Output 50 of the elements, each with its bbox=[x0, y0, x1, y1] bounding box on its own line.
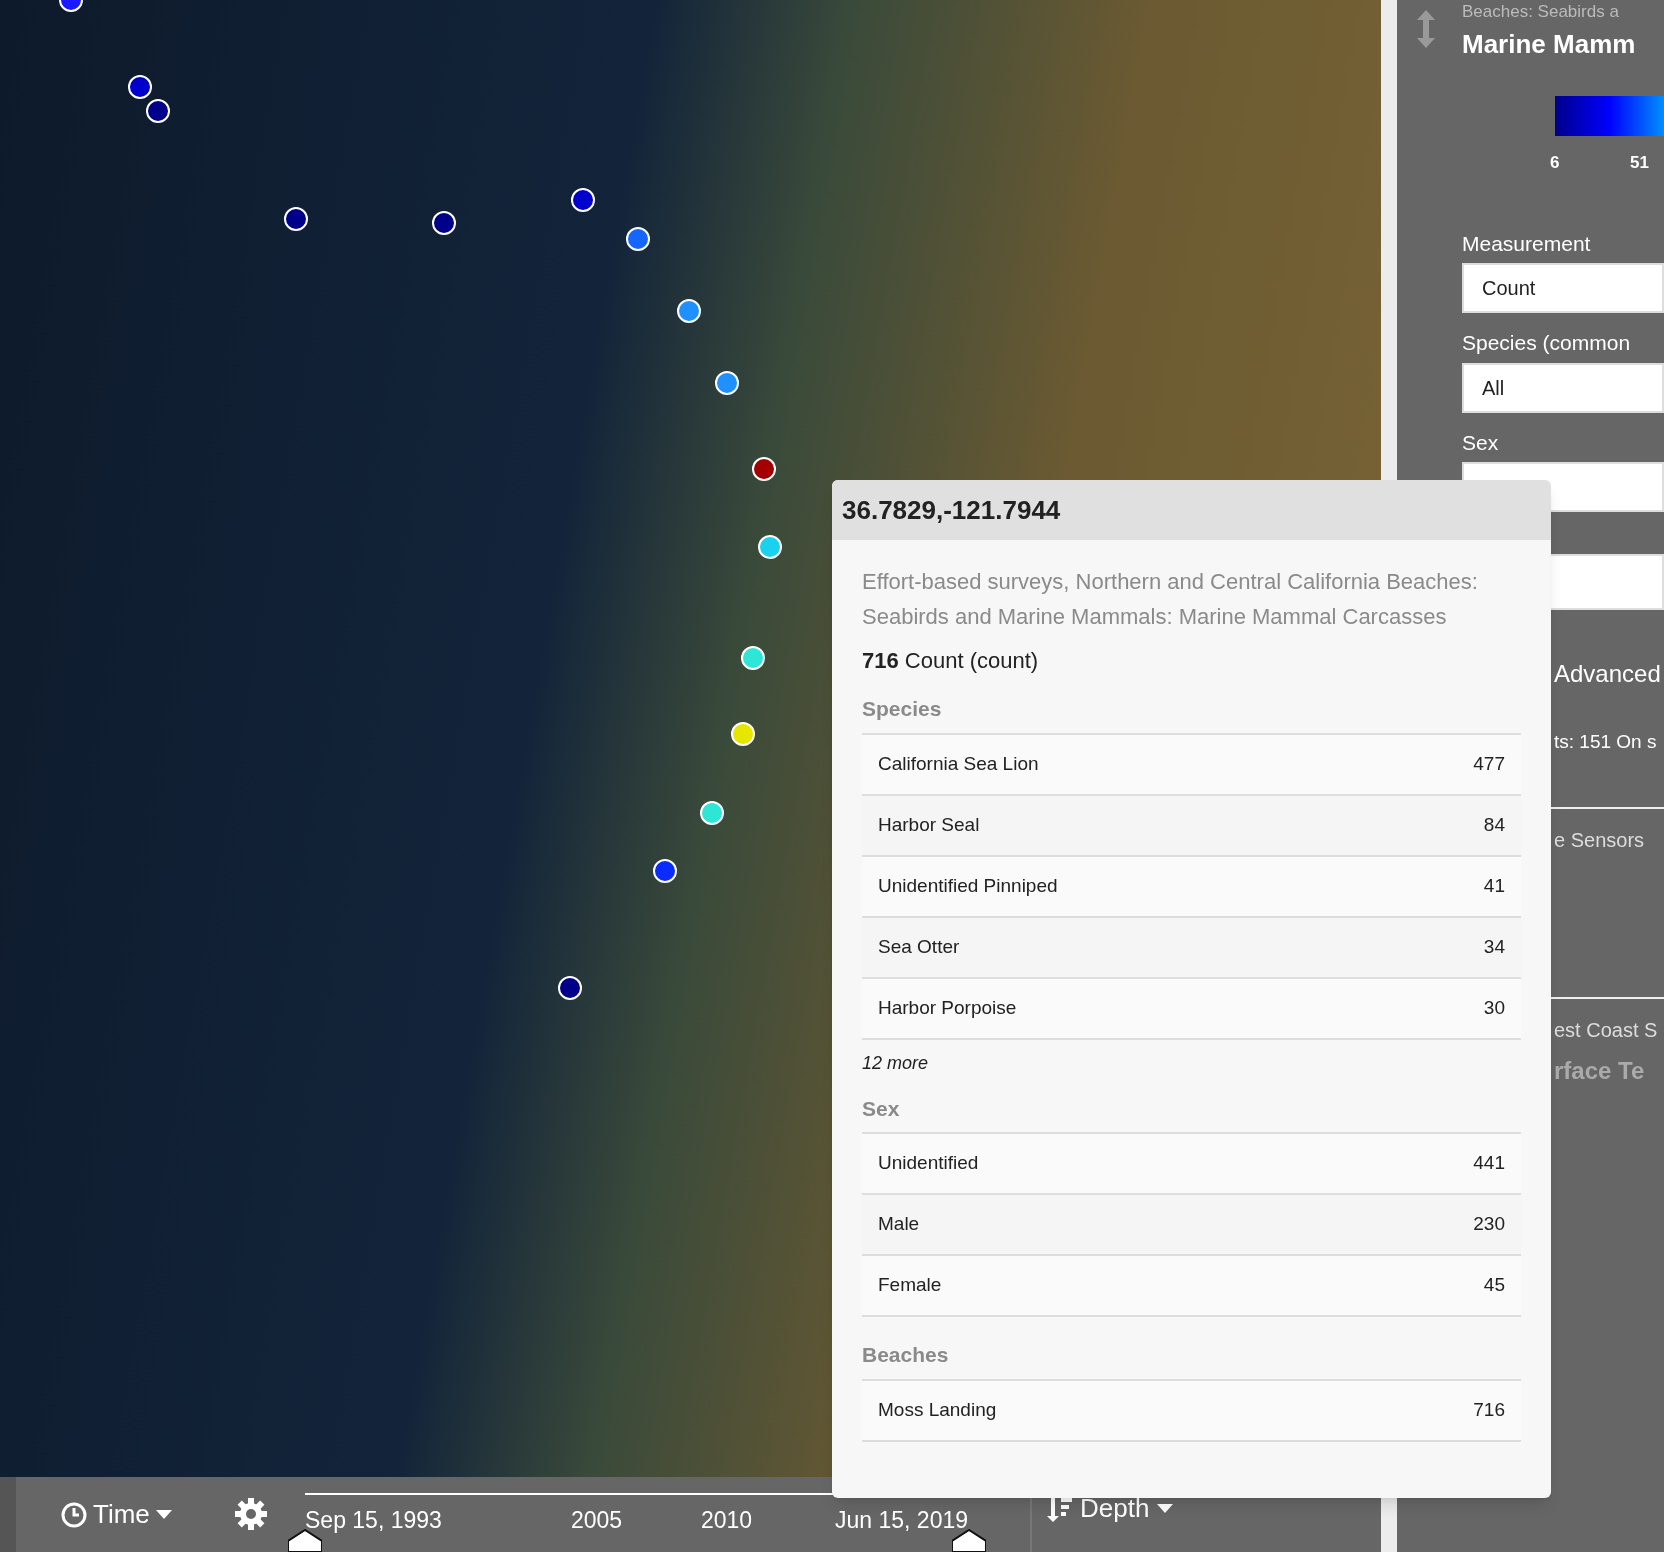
table-cell-text: 41 bbox=[1483, 873, 1505, 898]
table-cell-text: 441 bbox=[1473, 1151, 1505, 1176]
table-cell-text: Sea Otter bbox=[878, 934, 960, 959]
table-cell-text: California Sea Lion bbox=[878, 751, 1039, 776]
table-cell-text: Harbor Porpoise bbox=[878, 995, 1017, 1020]
table-cell-text: Moss Landing bbox=[878, 1397, 997, 1422]
time-dropdown[interactable]: Time bbox=[61, 1495, 172, 1534]
measurement-value: 716 Count (count) bbox=[862, 647, 1040, 675]
settings-icon[interactable] bbox=[234, 1497, 268, 1531]
layer-subtitle: est Coast S bbox=[1554, 1017, 1659, 1043]
dropdown-field[interactable]: Count bbox=[1462, 263, 1664, 313]
clock-icon bbox=[61, 1501, 87, 1528]
timeline-label: 2005 bbox=[571, 1506, 623, 1535]
layer-subtitle: Beaches: Seabirds a bbox=[1462, 1, 1620, 23]
table-cell-text: Female bbox=[878, 1273, 942, 1298]
table-cell-text: Harbor Seal bbox=[878, 812, 980, 837]
caret-icon bbox=[155, 1509, 172, 1520]
table-cell-text: 230 bbox=[1473, 1212, 1505, 1237]
legend-tick-label: 51 bbox=[1630, 151, 1649, 174]
timeline-label: Sep 15, 1993 bbox=[305, 1506, 442, 1535]
caret-icon bbox=[1157, 1503, 1174, 1514]
layer-title: rface Te bbox=[1554, 1055, 1646, 1086]
advanced-link[interactable]: Advanced bbox=[1554, 656, 1661, 692]
dropdown-field[interactable]: All bbox=[1462, 362, 1664, 413]
field-label: Sex bbox=[1462, 429, 1500, 456]
table-cell-text: 34 bbox=[1483, 934, 1505, 959]
table-cell-text: 716 bbox=[1473, 1397, 1505, 1422]
table-cell-text: 45 bbox=[1483, 1273, 1505, 1298]
field-label: Species (common bbox=[1462, 330, 1632, 356]
popup-title: 36.7829,-121.7944 bbox=[832, 480, 1551, 540]
table-cell-text: 477 bbox=[1473, 751, 1505, 776]
range-handle[interactable] bbox=[952, 1529, 986, 1552]
layer-subtitle: e Sensors bbox=[1554, 827, 1646, 853]
total-points-text: ts: 151 On s bbox=[1554, 730, 1658, 754]
section-heading: Beaches bbox=[862, 1342, 950, 1368]
timeline-label: Jun 15, 2019 bbox=[835, 1506, 968, 1535]
popup-description: Effort-based surveys, Northern and Central California Beaches: Seabirds and Marine Mammals: Marine Mammal Carcasses bbox=[862, 568, 1479, 631]
timeline-label: 2010 bbox=[701, 1506, 753, 1535]
table-cell-text: 30 bbox=[1483, 995, 1505, 1020]
legend-tick-label: 6 bbox=[1550, 151, 1560, 174]
section-heading: Sex bbox=[862, 1095, 901, 1122]
section-heading: Species bbox=[862, 696, 943, 722]
table-cell-text: Male bbox=[878, 1212, 920, 1237]
table-cell-text: 84 bbox=[1483, 812, 1505, 837]
more-link[interactable]: 12 more bbox=[862, 1049, 1521, 1077]
field-label: Measurement bbox=[1462, 230, 1592, 257]
depth-dropdown[interactable]: Depth bbox=[1046, 1489, 1174, 1528]
table-cell-text: Unidentified bbox=[878, 1151, 979, 1176]
table-cell-text: Unidentified Pinniped bbox=[878, 873, 1058, 898]
layer-title: Marine Mamm bbox=[1462, 27, 1637, 61]
